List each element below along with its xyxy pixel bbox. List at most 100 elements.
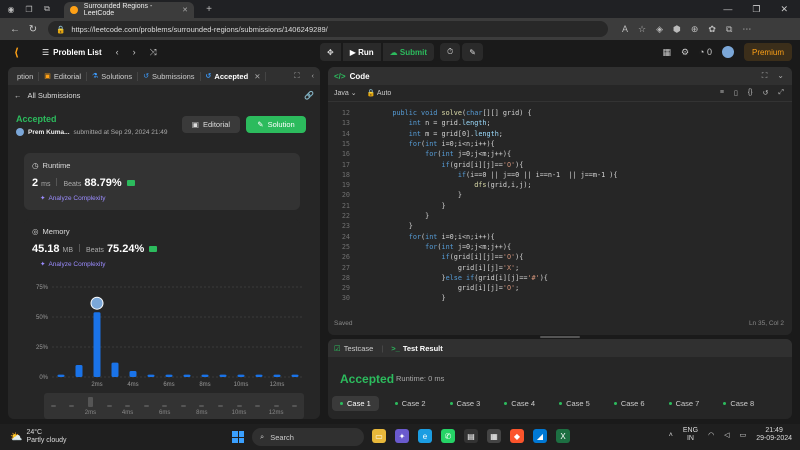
chevron-up-icon[interactable]: ˄ — [669, 432, 673, 439]
tab-testcase[interactable]: ☑ Testcase — [334, 344, 373, 353]
battery-icon[interactable]: ▭ — [740, 431, 747, 439]
chart-bar[interactable] — [291, 374, 299, 377]
speaker-icon[interactable]: ◁ — [724, 431, 729, 439]
vscode-icon[interactable]: ◢ — [533, 429, 547, 443]
code-line[interactable]: 24 for(int i=0;i<n;i++){ — [328, 233, 792, 243]
case-tab[interactable]: Case 2 — [387, 396, 434, 411]
tab-close-icon[interactable]: ✕ — [182, 6, 188, 14]
link-icon[interactable]: 🔗 — [304, 91, 314, 100]
code-line[interactable]: 20 } — [328, 191, 792, 201]
language-indicator[interactable]: ENG IN — [683, 427, 698, 443]
tab-accepted[interactable]: ↺ Accepted ✕ — [201, 71, 267, 81]
extension-icon[interactable]: ⬢ — [673, 24, 681, 35]
case-tab[interactable]: Case 5 — [551, 396, 598, 411]
copilot-icon[interactable]: ✦ — [395, 429, 409, 443]
reset-icon[interactable]: ↺ — [763, 89, 769, 97]
memory-card[interactable]: ◎ Memory 45.18 MB Beats 75.24% ✦ Analyze C… — [24, 219, 300, 274]
favorite-icon[interactable]: ☆ — [638, 24, 646, 35]
chart-bar[interactable] — [111, 362, 119, 377]
run-button[interactable]: ▶ Run — [342, 43, 381, 61]
extension-icon[interactable]: ◈ — [656, 24, 663, 35]
tab-test-result[interactable]: >_ Test Result — [391, 344, 442, 353]
auto-mode-toggle[interactable]: 🔒 Auto — [367, 89, 392, 97]
chart-bar[interactable] — [57, 374, 65, 377]
address-bar[interactable]: 🔒 https://leetcode.com/problems/surround… — [48, 21, 608, 37]
submit-button[interactable]: ☁ Submit — [382, 43, 434, 61]
analyze-complexity-link[interactable]: ✦ Analyze Complexity — [40, 260, 106, 269]
next-problem-icon[interactable]: › — [133, 47, 136, 58]
chart-bar[interactable] — [129, 371, 137, 377]
maximize-panel-icon[interactable]: ⛶ — [762, 71, 768, 81]
tab-solutions[interactable]: ⚗ Solutions — [87, 71, 139, 81]
shuffle-icon[interactable]: ⤨ — [150, 47, 157, 58]
code-line[interactable]: 27 grid[i][j]='X'; — [328, 264, 792, 274]
runtime-card[interactable]: ◷ Runtime 2 ms Beats 88.79% ✦ Analyze Comp… — [24, 153, 300, 210]
tab-submissions[interactable]: ↺ Submissions — [138, 71, 201, 81]
chart-range-slider[interactable]: 2ms 4ms 6ms 8ms 10ms 12ms — [44, 393, 304, 419]
fullscreen-icon[interactable]: ⤢ — [778, 89, 784, 97]
refresh-icon[interactable]: ↻ — [24, 24, 42, 35]
analyze-complexity-link[interactable]: ✦ Analyze Complexity — [40, 194, 106, 203]
start-windows-icon[interactable] — [232, 431, 244, 443]
chart-bar[interactable] — [165, 374, 173, 377]
maximize-icon[interactable]: ❐ — [752, 4, 760, 15]
clock[interactable]: 21:49 29-09-2024 — [756, 427, 792, 443]
code-line[interactable]: 15 for(int i=0;i<n;i++){ — [328, 140, 792, 150]
code-line[interactable]: 28 }else if(grid[i][j]=='#'){ — [328, 274, 792, 284]
code-line[interactable]: 17 if(grid[i][j]=='O'){ — [328, 161, 792, 171]
taskbar-search[interactable]: ⌕ Search — [252, 428, 364, 446]
author-name[interactable]: Prem Kuma... — [28, 129, 70, 136]
chart-bar[interactable] — [75, 365, 83, 377]
code-line[interactable]: 23 } — [328, 222, 792, 232]
maximize-panel-icon[interactable]: ⛶ — [294, 71, 299, 81]
code-line[interactable]: 29 grid[i][j]='O'; — [328, 284, 792, 294]
chart-bar[interactable] — [237, 374, 245, 377]
code-line[interactable]: 30 } — [328, 294, 792, 304]
wifi-icon[interactable]: ◠ — [708, 431, 714, 439]
code-line[interactable]: 26 if(grid[i][j]=='O'){ — [328, 253, 792, 263]
chart-bar[interactable] — [219, 374, 227, 377]
code-line[interactable]: 16 for(int j=0;j<m;j++){ — [328, 150, 792, 160]
chart-bar[interactable] — [183, 374, 191, 377]
code-line[interactable]: 13 int n = grid.length; — [328, 119, 792, 129]
editorial-button[interactable]: ▣ Editorial — [182, 116, 240, 133]
debug-icon[interactable]: ✥ — [320, 43, 341, 61]
minimize-icon[interactable]: — — [723, 4, 732, 15]
new-tab-icon[interactable]: + — [202, 3, 216, 15]
file-explorer-icon[interactable]: ▭ — [372, 429, 386, 443]
code-line[interactable]: 21 } — [328, 202, 792, 212]
case-tab[interactable]: Case 4 — [496, 396, 543, 411]
collapse-panel-icon[interactable]: ⌄ — [777, 71, 784, 81]
case-tab[interactable]: Case 8 — [715, 396, 762, 411]
excel-icon[interactable]: X — [556, 429, 570, 443]
prev-problem-icon[interactable]: ‹ — [116, 47, 119, 58]
bookmark-icon[interactable]: ▯ — [734, 89, 738, 97]
timer-icon[interactable]: ⏱ — [439, 43, 461, 61]
language-select[interactable]: Java ⌄ — [334, 89, 357, 97]
code-line[interactable]: 12 public void solve(char[][] grid) { — [328, 109, 792, 119]
premium-button[interactable]: Premium — [743, 43, 792, 61]
braces-icon[interactable]: {} — [748, 89, 753, 97]
case-tab[interactable]: Case 7 — [661, 396, 708, 411]
chart-bar[interactable] — [273, 374, 281, 377]
workspaces-icon[interactable]: ❐ — [22, 3, 36, 15]
code-line[interactable]: 14 int m = grid[0].length; — [328, 130, 792, 140]
streak-counter[interactable]: ◔ 0 — [699, 47, 712, 57]
post-solution-button[interactable]: ✎ Solution — [246, 116, 306, 133]
chart-bar[interactable] — [201, 374, 209, 377]
leetcode-logo-icon[interactable]: ⟨ — [14, 46, 26, 59]
extension-icon[interactable]: ✿ — [708, 24, 716, 35]
whatsapp-icon[interactable]: ✆ — [441, 429, 455, 443]
tab-editorial[interactable]: ▣ Editorial — [39, 71, 87, 81]
back-icon[interactable]: ← — [6, 24, 24, 35]
tab-actions-icon[interactable]: ⧉ — [40, 3, 54, 15]
chart-bar[interactable] — [255, 374, 263, 377]
chart-bar[interactable] — [147, 374, 155, 377]
code-line[interactable]: 19 dfs(grid,i,j); — [328, 181, 792, 191]
tab-description[interactable]: ption — [12, 71, 40, 81]
panel-resize-handle[interactable] — [540, 336, 580, 338]
extensions-icon[interactable]: ⧉ — [726, 24, 732, 35]
terminal-app-icon[interactable]: ▤ — [464, 429, 478, 443]
back-to-submissions[interactable]: ← All Submissions — [14, 91, 80, 100]
case-tab[interactable]: Case 6 — [606, 396, 653, 411]
